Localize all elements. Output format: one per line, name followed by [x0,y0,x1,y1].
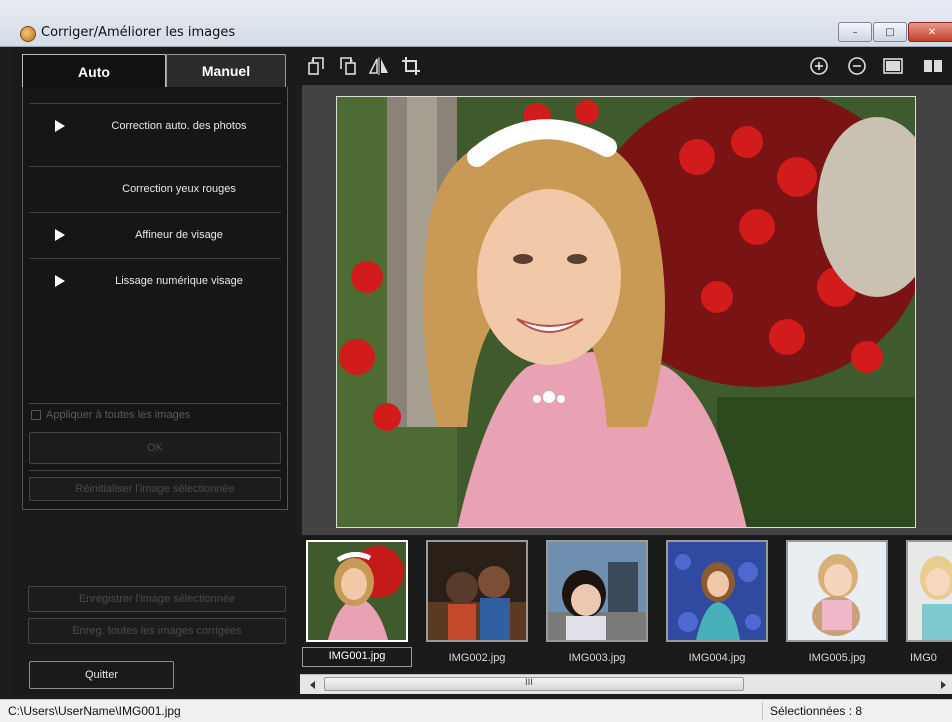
thumbnail-image [548,542,646,640]
menu-item-digital-face-smoothing[interactable]: Lissage numérique visage [29,258,281,303]
thumbnail-image [788,542,886,640]
thumbnail-img003[interactable] [546,540,648,642]
title-bar: Corriger/Améliorer les images – □ ✕ [0,0,952,47]
expand-arrow-icon [55,229,65,241]
save-selected-image-button[interactable]: Enregistrer l'image sélectionnée [28,586,286,612]
flip-horizontal-icon[interactable] [368,55,390,77]
thumbnail-img005[interactable] [786,540,888,642]
compare-icon[interactable] [922,55,944,77]
thumbnail-image [908,542,952,640]
thumbnail-label: IMG001.jpg [302,647,412,667]
app-window: Corriger/Améliorer les images – □ ✕ Auto… [0,0,952,722]
divider [29,470,281,471]
thumbnail-image [668,542,766,640]
full-screen-icon[interactable] [882,55,904,77]
scrollbar-grip: III [525,678,533,688]
divider [29,403,281,404]
file-path: C:\Users\UserName\IMG001.jpg [8,704,181,718]
rotate-left-icon[interactable] [306,55,328,77]
menu-item-label: Affineur de visage [135,229,223,241]
scrollbar-thumb[interactable]: III [324,677,744,691]
girl-photo-image [337,97,915,527]
left-panel: Auto Manuel Correction auto. des photos … [12,47,296,695]
menu-item-label: Correction yeux rouges [122,183,236,195]
expand-arrow-icon [55,275,65,287]
checkbox-icon [31,410,41,420]
maximize-button[interactable]: □ [873,22,907,42]
image-toolbar [296,47,952,85]
thumbnail-strip: IMG001.jpg IMG002.jpg IMG003.jpg IMG004.… [296,536,952,672]
thumbnail-label: IMG003.jpg [568,652,626,664]
apply-all-label: Appliquer à toutes les images [46,409,191,421]
quit-button[interactable]: Quitter [29,661,174,689]
zoom-in-icon[interactable] [808,55,830,77]
reset-selected-image-button[interactable]: Réinitialiser l'image sélectionnée [29,477,281,501]
thumbnail-label: IMG004.jpg [688,652,746,664]
thumbnail-label: IMG0 [910,652,937,664]
thumbnail-label: IMG002.jpg [448,652,506,664]
tab-auto[interactable]: Auto [22,54,166,88]
expand-arrow-icon [55,120,65,132]
status-bar: C:\Users\UserName\IMG001.jpg Sélectionné… [0,699,952,722]
window-title: Corriger/Améliorer les images [41,25,236,40]
crop-icon[interactable] [400,55,422,77]
preview-image[interactable] [336,96,916,528]
close-button[interactable]: ✕ [908,22,952,42]
scroll-left-icon[interactable] [310,681,315,689]
menu-item-label: Correction auto. des photos [111,120,247,132]
thumbnail-img002[interactable] [426,540,528,642]
selected-count: Sélectionnées : 8 [770,704,863,718]
auto-tab-panel: Correction auto. des photos Correction y… [22,87,288,510]
app-icon [20,26,36,42]
menu-item-face-sharpener[interactable]: Affineur de visage [29,212,281,257]
zoom-out-icon[interactable] [846,55,868,77]
minimize-button[interactable]: – [838,22,872,42]
thumbnail-label: IMG005.jpg [808,652,866,664]
apply-all-checkbox[interactable]: Appliquer à toutes les images [31,409,190,421]
tab-manuel[interactable]: Manuel [166,54,286,88]
status-divider [762,702,763,720]
ok-button[interactable]: OK [29,432,281,464]
thumbnail-img001[interactable] [306,540,408,642]
thumbnail-image [428,542,526,640]
menu-item-label: Lissage numérique visage [115,275,243,287]
menu-item-red-eye-correction[interactable]: Correction yeux rouges [29,166,281,211]
menu-item-auto-photo-correction[interactable]: Correction auto. des photos [29,103,281,148]
scroll-right-icon[interactable] [941,681,946,689]
thumbnail-img004[interactable] [666,540,768,642]
rotate-right-icon[interactable] [336,55,358,77]
thumbnail-img006-partial[interactable] [906,540,952,642]
thumbnail-scrollbar[interactable]: III [300,674,952,694]
thumbnail-image [308,542,406,640]
save-all-corrected-button[interactable]: Enreg. toutes les images corrigées [28,618,286,644]
